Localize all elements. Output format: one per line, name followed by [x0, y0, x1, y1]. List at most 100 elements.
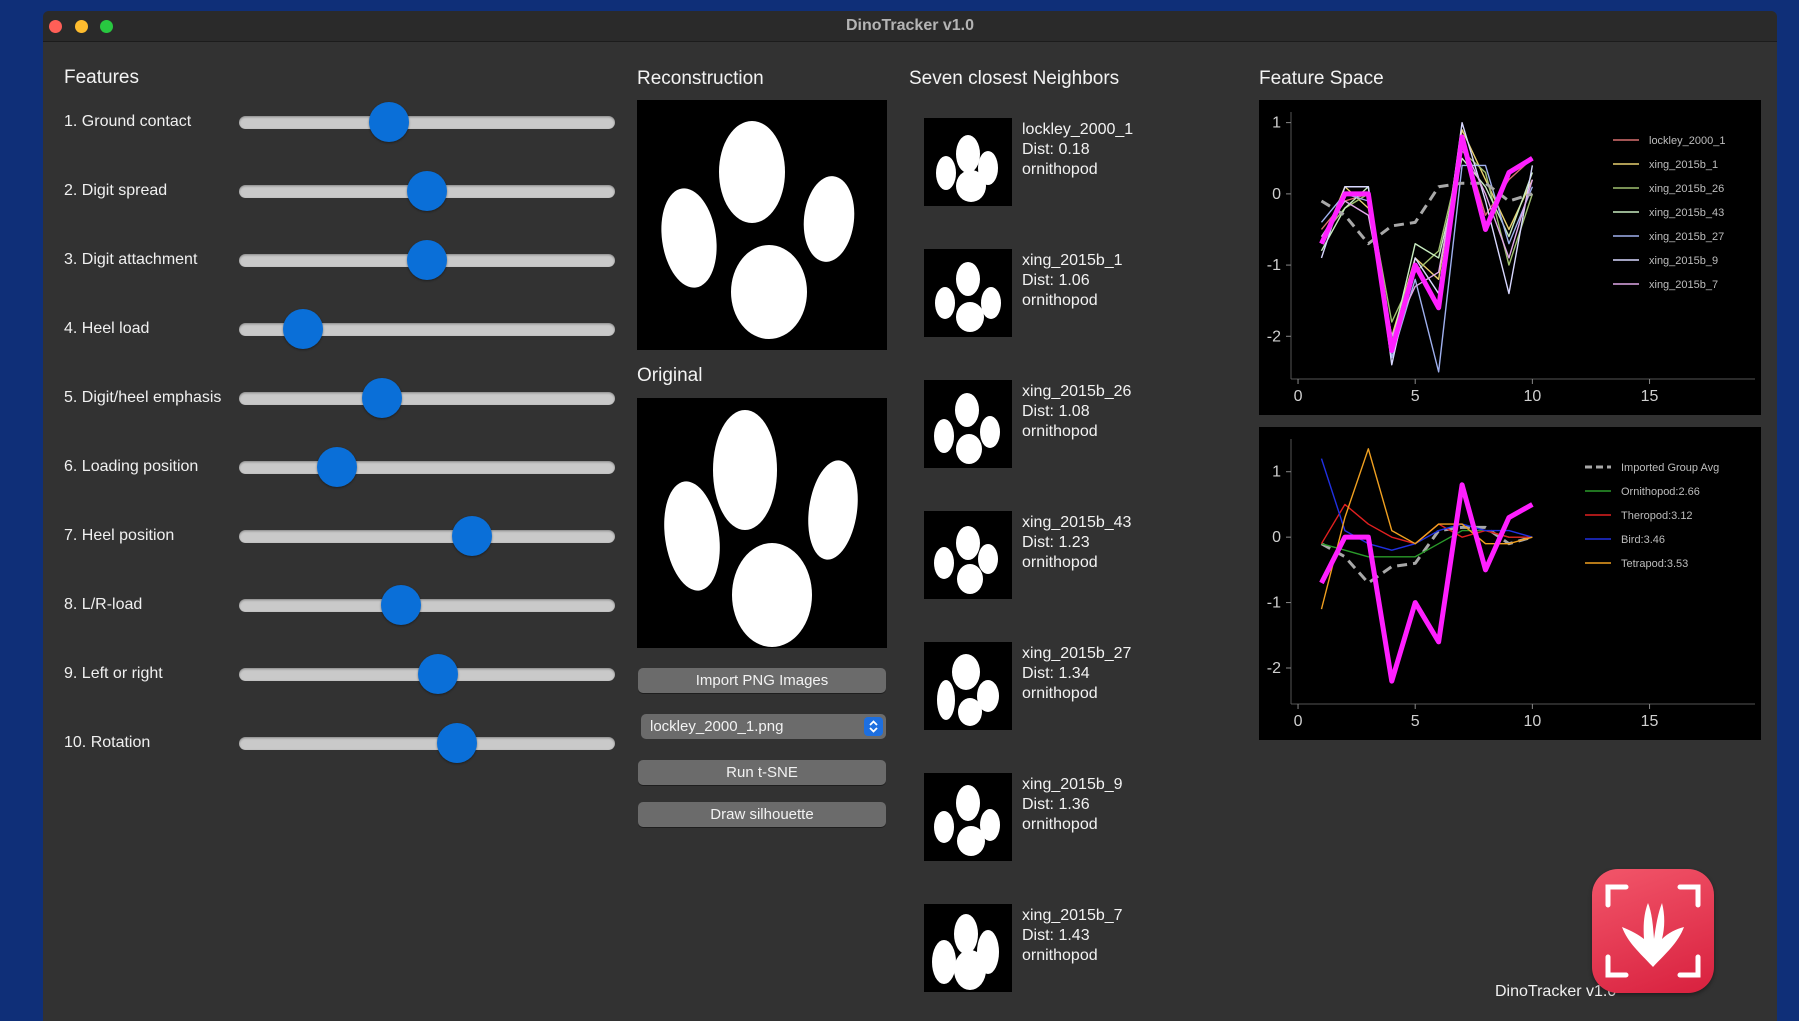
x-tick-label: 5: [1411, 713, 1420, 730]
x-tick-label: 5: [1411, 388, 1420, 405]
x-tick-label: 10: [1523, 388, 1541, 405]
legend-label: Theropod:3.12: [1621, 510, 1693, 522]
legend-label: xing_2015b_7: [1649, 279, 1718, 291]
neighbor-group: ornithopod: [1022, 554, 1098, 571]
legend-label: Bird:3.46: [1621, 534, 1665, 546]
feature-slider-track[interactable]: [239, 309, 615, 349]
neighbor-footprint: [934, 785, 1000, 856]
neighbor-item[interactable]: xing_2015b_27 Dist: 1.34 ornithopod: [924, 642, 1244, 732]
neighbor-footprint: [934, 526, 998, 594]
neighbor-item[interactable]: xing_2015b_7 Dist: 1.43 ornithopod: [924, 904, 1244, 994]
series-line: [1319, 134, 1534, 354]
feature-slider-track[interactable]: [239, 171, 615, 211]
series-line: [1319, 482, 1534, 684]
feature-slider-label: 3. Digit attachment: [64, 251, 198, 268]
neighbor-group: ornithopod: [1022, 947, 1098, 964]
original-footprint: [664, 410, 858, 647]
neighbor-footprint: [935, 262, 1001, 332]
neighbor-thumbnail: [924, 773, 1012, 861]
feature-slider-thumb[interactable]: [316, 447, 357, 487]
import-png-button[interactable]: Import PNG Images: [638, 668, 886, 693]
neighbor-dist: Dist: 1.08: [1022, 403, 1090, 420]
neighbor-name: xing_2015b_27: [1022, 645, 1132, 662]
window-title: DinoTracker v1.0: [845, 17, 975, 34]
neighbors-heading: Seven closest Neighbors: [909, 68, 1120, 89]
feature-slider-thumb[interactable]: [380, 585, 421, 625]
feature-slider-track[interactable]: [239, 723, 615, 763]
feature-space-chart-neighbors: 0 5 10 1510-1-2lockley_2000_1xing_2015b_1xi…: [1267, 112, 1755, 405]
neighbor-item[interactable]: lockley_2000_1 Dist: 0.18 ornithopod: [924, 118, 1244, 208]
x-tick-label: 0: [1294, 713, 1303, 730]
reconstruction-footprint: [661, 121, 855, 339]
neighbor-dist: Dist: 0.18: [1022, 141, 1090, 158]
neighbor-name: xing_2015b_43: [1022, 514, 1132, 531]
neighbor-group: ornithopod: [1022, 161, 1098, 178]
draw-silhouette-button[interactable]: Draw silhouette: [638, 802, 886, 827]
feature-slider-thumb[interactable]: [282, 309, 323, 349]
neighbor-dist: Dist: 1.36: [1022, 796, 1090, 813]
file-select-value: lockley_2000_1.png: [650, 718, 784, 735]
neighbor-text: lockley_2000_1 Dist: 0.18 ornithopod: [1022, 120, 1133, 180]
feature-slider-track[interactable]: [239, 516, 615, 556]
feature-slider-thumb[interactable]: [369, 102, 410, 142]
reconstruction-heading: Reconstruction: [637, 68, 764, 89]
chevron-updown-icon: [864, 717, 883, 736]
feature-slider-label: 5. Digit/heel emphasis: [64, 389, 222, 406]
neighbor-footprint: [934, 393, 1000, 464]
feature-slider-thumb[interactable]: [407, 240, 447, 280]
neighbor-item[interactable]: xing_2015b_26 Dist: 1.08 ornithopod: [924, 380, 1244, 470]
app-window: DinoTracker v1.0 Features 1. Ground cont…: [43, 11, 1777, 1021]
dinotracker-app-icon[interactable]: [1592, 869, 1714, 993]
feature-slider-thumb[interactable]: [418, 654, 459, 694]
legend-label: xing_2015b_27: [1649, 231, 1724, 243]
feature-slider-track[interactable]: [239, 585, 615, 625]
series-line: [1320, 143, 1534, 337]
neighbor-text: xing_2015b_27 Dist: 1.34 ornithopod: [1022, 644, 1131, 704]
original-image: [637, 398, 887, 648]
feature-slider-thumb[interactable]: [407, 171, 447, 211]
neighbor-item[interactable]: xing_2015b_43 Dist: 1.23 ornithopod: [924, 511, 1244, 601]
neighbor-thumbnail: [924, 380, 1012, 468]
run-tsne-button[interactable]: Run t-SNE: [638, 760, 886, 785]
y-tick-label: 1: [1272, 464, 1281, 481]
neighbor-group: ornithopod: [1022, 292, 1098, 309]
feature-slider-label: 10. Rotation: [64, 734, 151, 751]
feature-slider-label: 6. Loading position: [64, 458, 199, 475]
feature-space-heading: Feature Space: [1259, 68, 1384, 89]
feature-slider-track[interactable]: [239, 240, 615, 280]
neighbor-group: ornithopod: [1022, 685, 1098, 702]
legend-label: Ornithopod:2.66: [1621, 486, 1700, 498]
feature-slider-track[interactable]: [239, 654, 615, 694]
neighbor-thumbnail: [924, 249, 1012, 337]
neighbor-name: lockley_2000_1: [1022, 121, 1134, 138]
neighbor-text: xing_2015b_26 Dist: 1.08 ornithopod: [1022, 382, 1131, 442]
legend-label: xing_2015b_26: [1649, 183, 1724, 195]
y-tick-label: -2: [1267, 328, 1281, 345]
feature-space-plot-top: 0 5 10 15 1 0 -1 -2 lockley_2000_1 xing_2015b_1 xi…: [1259, 100, 1761, 415]
feature-slider-label: 4. Heel load: [64, 320, 150, 337]
neighbor-thumbnail: [924, 904, 1012, 992]
neighbor-name: xing_2015b_1: [1022, 252, 1123, 269]
original-heading: Original: [637, 365, 703, 386]
feature-slider-thumb[interactable]: [452, 516, 493, 556]
neighbor-thumbnail: [924, 642, 1012, 730]
feature-slider-label: 9. Left or right: [64, 665, 163, 682]
series-line: [1320, 136, 1533, 352]
y-tick-label: -2: [1267, 660, 1281, 677]
neighbor-dist: Dist: 1.43: [1022, 927, 1090, 944]
neighbor-item[interactable]: xing_2015b_9 Dist: 1.36 ornithopod: [924, 773, 1244, 863]
neighbor-dist: Dist: 1.23: [1022, 534, 1090, 551]
feature-slider-track[interactable]: [239, 102, 615, 142]
neighbor-item[interactable]: xing_2015b_1 Dist: 1.06 ornithopod: [924, 249, 1244, 339]
neighbor-thumbnail: [924, 511, 1012, 599]
feature-slider-thumb[interactable]: [437, 723, 478, 763]
legend-label: xing_2015b_43: [1649, 207, 1724, 219]
neighbor-thumbnail: [924, 118, 1012, 206]
feature-slider-thumb[interactable]: [361, 378, 402, 418]
y-tick-label: -1: [1267, 257, 1281, 274]
neighbor-text: xing_2015b_43 Dist: 1.23 ornithopod: [1022, 513, 1131, 573]
feature-slider-track[interactable]: [239, 447, 615, 487]
file-select[interactable]: lockley_2000_1.png: [641, 714, 886, 739]
neighbor-footprint: [937, 654, 999, 726]
feature-slider-track[interactable]: [239, 378, 615, 418]
